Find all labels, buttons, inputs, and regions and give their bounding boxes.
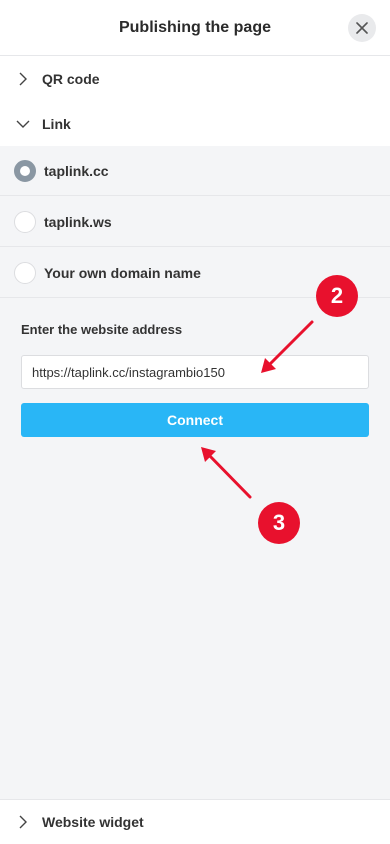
option-taplink-ws[interactable]: taplink.ws [0, 197, 390, 247]
close-button[interactable] [348, 14, 376, 42]
section-link[interactable]: Link [0, 101, 390, 147]
radio-button[interactable] [14, 159, 36, 182]
annotation-marker-3: 3 [258, 502, 300, 544]
website-address-input[interactable] [21, 355, 369, 389]
address-label: Enter the website address [21, 322, 183, 337]
close-icon [356, 22, 368, 34]
page-title: Publishing the page [118, 18, 271, 36]
chevron-right-icon [19, 72, 27, 85]
chevron-right-icon [19, 815, 27, 829]
chevron-down-icon [16, 120, 30, 128]
header: Publishing the page [0, 0, 390, 56]
section-website-widget[interactable]: Website widget [0, 799, 390, 844]
option-taplink-cc[interactable]: taplink.cc [0, 146, 390, 196]
option-label: taplink.cc [44, 162, 109, 179]
option-label: taplink.ws [44, 213, 112, 230]
section-label: Link [42, 115, 71, 132]
section-qr-code[interactable]: QR code [0, 56, 390, 102]
radio-button[interactable] [14, 210, 36, 233]
connect-button[interactable]: Connect [21, 403, 369, 437]
annotation-arrow-3 [201, 447, 252, 499]
radio-button[interactable] [14, 261, 36, 284]
section-label: QR code [42, 70, 100, 87]
section-label: Website widget [42, 814, 144, 830]
option-label: Your own domain name [44, 264, 201, 281]
annotation-marker-2: 2 [316, 275, 358, 317]
